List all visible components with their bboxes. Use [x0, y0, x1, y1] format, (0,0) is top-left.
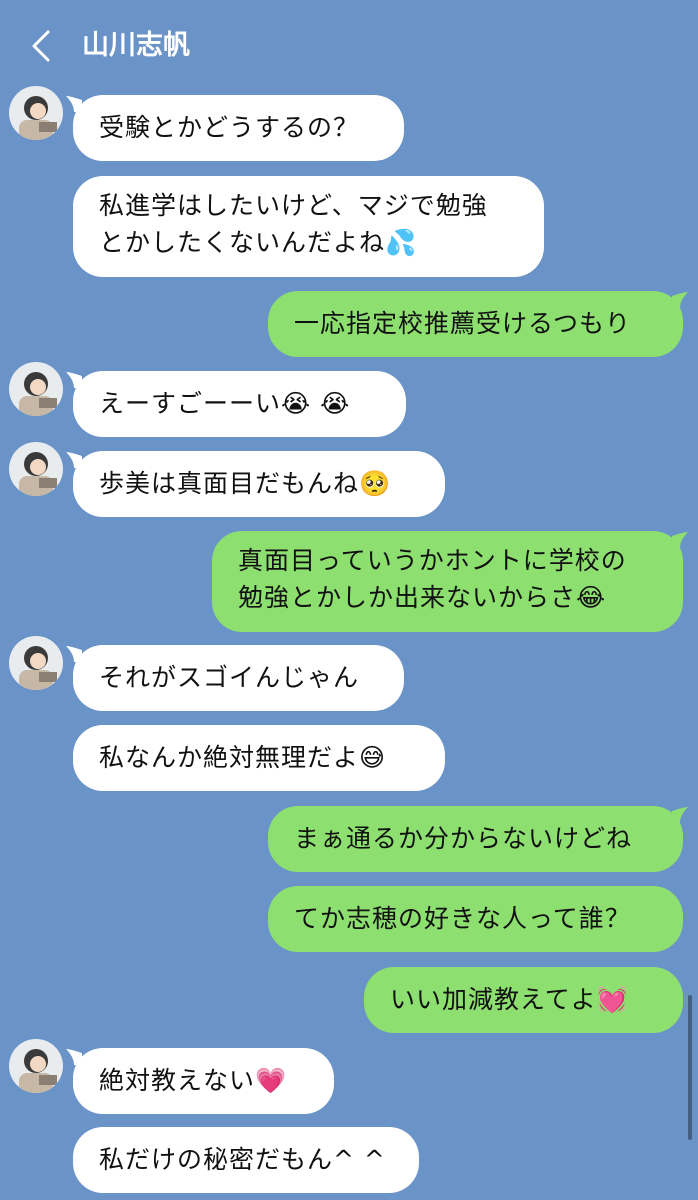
message-text-line: 真面目っていうかホントに学校の	[238, 546, 627, 575]
incoming-message-bubble[interactable]: それがスゴイんじゃん	[73, 645, 404, 711]
message-text-line: とかしたくないんだよね	[99, 228, 386, 257]
tears-of-joy-emoji-icon: 😂	[576, 583, 607, 612]
message-text: それがスゴイんじゃん	[99, 663, 360, 692]
beating-heart-emoji-icon: 💓	[596, 985, 629, 1014]
avatar[interactable]	[9, 362, 63, 416]
message-text: 絶対教えない	[99, 1066, 256, 1095]
outgoing-message-bubble[interactable]: まぁ通るか分からないけどね	[268, 806, 683, 872]
bubble-tail	[672, 807, 688, 823]
message-text-line: 勉強とかしか出来ないからさ	[238, 583, 577, 612]
avatar[interactable]	[9, 442, 63, 496]
message-text: 私なんか絶対無理だよ	[99, 743, 360, 772]
outgoing-message-bubble[interactable]: てか志穂の好きな人って誰？	[268, 886, 683, 952]
message-text: えーすごーーい	[99, 389, 282, 418]
avatar[interactable]	[9, 1039, 63, 1093]
bubble-tail	[672, 532, 688, 548]
outgoing-message-bubble[interactable]: 一応指定校推薦受けるつもり	[268, 291, 683, 357]
incoming-message-bubble[interactable]: 私なんか絶対無理だよ😅	[73, 725, 445, 791]
outgoing-message-bubble[interactable]: いい加減教えてよ💓	[364, 967, 683, 1033]
incoming-message-bubble[interactable]: 受験とかどうするの？	[73, 95, 404, 161]
avatar[interactable]	[9, 86, 63, 140]
incoming-message-bubble[interactable]: えーすごーーい😭 😭	[73, 371, 406, 437]
avatar[interactable]	[9, 636, 63, 690]
scrollbar[interactable]	[688, 995, 692, 1140]
incoming-message-bubble[interactable]: 私だけの秘密だもん^ ^	[73, 1127, 419, 1193]
message-list[interactable]: 受験とかどうするの？ 私進学はしたいけど、マジで勉強 とかしたくないんだよね💦 …	[0, 0, 698, 1200]
incoming-message-bubble[interactable]: 絶対教えない💗	[73, 1048, 334, 1114]
incoming-message-bubble[interactable]: 歩美は真面目だもんね🥺	[73, 451, 445, 517]
incoming-message-bubble[interactable]: 私進学はしたいけど、マジで勉強 とかしたくないんだよね💦	[73, 176, 544, 277]
message-text: てか志穂の好きな人って誰？	[294, 904, 631, 933]
bubble-tail	[672, 292, 688, 308]
message-text: 歩美は真面目だもんね	[99, 469, 360, 498]
grinning-sweat-emoji-icon: 😅	[359, 743, 387, 772]
message-text: 受験とかどうするの？	[99, 113, 360, 142]
pleading-face-emoji-icon: 🥺	[359, 469, 392, 498]
message-text: いい加減教えてよ	[390, 985, 597, 1014]
message-text-line: 私進学はしたいけど、マジで勉強	[99, 191, 488, 220]
message-text: 私だけの秘密だもん^ ^	[99, 1145, 386, 1174]
message-text: まぁ通るか分からないけどね	[294, 824, 633, 853]
crying-face-emoji-icon: 😭 😭	[281, 389, 351, 418]
outgoing-message-bubble[interactable]: 真面目っていうかホントに学校の 勉強とかしか出来ないからさ😂	[212, 531, 683, 632]
message-text: 一応指定校推薦受けるつもり	[294, 309, 632, 338]
sweat-drops-emoji-icon: 💦	[385, 228, 418, 257]
growing-heart-emoji-icon: 💗	[255, 1066, 288, 1095]
